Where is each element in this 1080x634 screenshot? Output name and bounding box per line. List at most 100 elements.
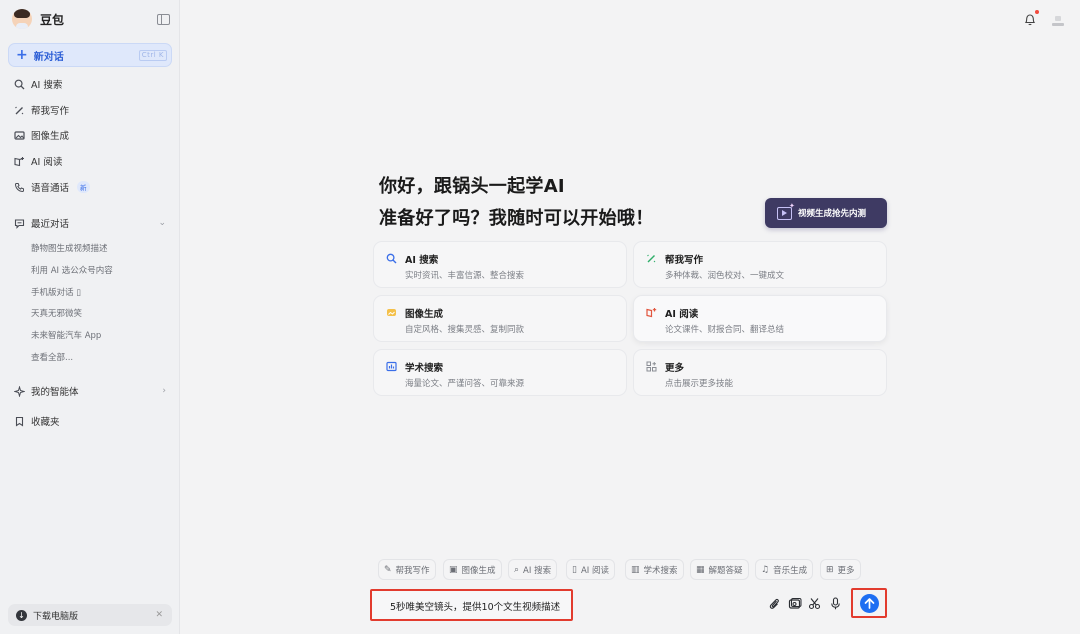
chip-label: 学术搜索	[643, 565, 678, 576]
book-icon	[14, 156, 25, 167]
shortcut-hint: Ctrl K	[138, 50, 167, 61]
chip-label: 音乐生成	[773, 565, 808, 576]
card-desc: 实时资讯、丰富信源、整合搜索	[405, 271, 525, 281]
book-icon: ▯	[572, 564, 577, 575]
chip-label: 解题答疑	[708, 565, 743, 576]
new-chat-button[interactable]: + 新对话 Ctrl K	[8, 43, 172, 67]
recent-chats-header[interactable]: 最近对话 ⌄	[14, 215, 166, 231]
recent-chat-item[interactable]: 利用 AI 选公众号内容	[31, 264, 113, 276]
book-icon	[646, 307, 657, 318]
sidebar-item-ai-reading[interactable]: AI 阅读	[14, 153, 62, 169]
sparkle-icon: ✦	[789, 202, 795, 210]
chevron-right-icon: ›	[162, 386, 166, 396]
chip-label: AI 阅读	[580, 565, 609, 576]
recent-chat-item[interactable]: 静物图生成视频描述	[31, 242, 108, 254]
card-desc: 多种体裁、润色校对、一键成文	[665, 271, 785, 281]
promo-label: 视频生成抢先内测	[798, 209, 867, 219]
image-icon: ▣	[449, 564, 458, 575]
card-title: 图像生成	[405, 309, 444, 320]
chip-ai-search[interactable]: ⌕ AI 搜索	[508, 559, 558, 580]
chip-label: 更多	[837, 565, 855, 576]
sidebar-item-writing[interactable]: 帮我写作	[14, 102, 69, 118]
bell-icon[interactable]	[1024, 10, 1039, 26]
chart-book-icon	[386, 361, 397, 372]
skill-card-more[interactable]: 更多 点击展示更多技能	[633, 349, 887, 396]
sidebar-item-ai-search[interactable]: AI 搜索	[14, 76, 62, 92]
pen-icon	[646, 253, 657, 264]
sparkle-icon	[13, 384, 26, 398]
card-desc: 海量论文、严谨问答、可靠来源	[405, 379, 525, 389]
bookmark-icon	[14, 416, 25, 427]
skill-card-academic-search[interactable]: 学术搜索 海量论文、严谨问答、可靠来源	[373, 349, 627, 396]
new-chat-label: 新对话	[33, 51, 64, 63]
pen-icon: ✎	[384, 564, 392, 575]
my-agents[interactable]: 我的智能体 ›	[13, 383, 166, 399]
chart-book-icon: ▥	[631, 564, 640, 575]
skill-card-ai-reading[interactable]: AI 阅读 论文课件、财报合同、翻译总结	[633, 295, 887, 342]
chip-label: 图像生成	[461, 565, 496, 576]
microphone-icon[interactable]	[829, 597, 842, 610]
recent-chat-item[interactable]: 天真无邪微笑	[31, 307, 82, 319]
card-title: AI 搜索	[405, 255, 439, 266]
download-desktop-button[interactable]: ↓ 下载电脑版 ✕	[8, 604, 172, 626]
download-label: 下载电脑版	[33, 611, 79, 622]
chip-more[interactable]: ⊞ 更多	[820, 559, 861, 580]
sidebar-item-label: 语音通话	[31, 183, 70, 194]
skill-card-writing[interactable]: 帮我写作 多种体裁、润色校对、一键成文	[633, 241, 887, 288]
search-icon: ⌕	[514, 564, 520, 575]
pen-icon	[14, 105, 25, 116]
favorites[interactable]: 收藏夹	[14, 413, 60, 429]
sidebar-item-voice-call[interactable]: 语音通话 新	[14, 179, 90, 195]
image-icon	[386, 307, 397, 318]
card-desc: 论文课件、财报合同、翻译总结	[665, 325, 785, 335]
chip-image-gen[interactable]: ▣ 图像生成	[443, 559, 502, 580]
search-sparkle-icon	[14, 79, 25, 90]
sidebar-collapse-icon[interactable]	[157, 14, 170, 25]
scissors-icon[interactable]	[808, 597, 821, 610]
music-icon: ♫	[761, 564, 770, 575]
send-button[interactable]	[860, 594, 879, 613]
skill-card-image-gen[interactable]: 图像生成 自定风格、搜集灵感、复制同款	[373, 295, 627, 342]
chip-writing[interactable]: ✎ 帮我写作	[378, 559, 436, 580]
chip-problem-solving[interactable]: ▦ 解题答疑	[690, 559, 749, 580]
calculator-icon: ▦	[696, 564, 705, 575]
phone-icon	[14, 182, 25, 193]
image-upload-icon[interactable]	[788, 597, 802, 610]
chevron-down-icon[interactable]: ⌄	[158, 218, 166, 228]
doubao-avatar	[12, 9, 32, 29]
new-badge: 新	[77, 181, 90, 193]
grid-plus-icon	[646, 361, 657, 372]
chat-bubble-icon	[14, 218, 25, 229]
chip-label: 帮我写作	[395, 565, 430, 576]
notification-dot	[1035, 10, 1039, 14]
grid-plus-icon: ⊞	[826, 564, 834, 575]
close-icon[interactable]: ✕	[155, 610, 163, 620]
chip-ai-reading[interactable]: ▯ AI 阅读	[566, 559, 615, 580]
sidebar-item-image-gen[interactable]: 图像生成	[14, 127, 69, 143]
recent-chat-item[interactable]: 手机版对话 ▯	[31, 286, 81, 298]
recent-chat-item[interactable]: 未来智能汽车 App	[31, 329, 101, 341]
chip-academic-search[interactable]: ▥ 学术搜索	[625, 559, 684, 580]
sidebar-item-label: 帮我写作	[31, 106, 70, 117]
view-all-link[interactable]: 查看全部...	[31, 351, 73, 363]
greeting-line-1: 你好，跟锅头一起学AI	[379, 176, 565, 197]
search-icon	[386, 253, 397, 264]
message-input[interactable]: 5秒唯美空镜头，提供10个文生视频描述	[370, 589, 573, 621]
chip-music-gen[interactable]: ♫ 音乐生成	[755, 559, 814, 580]
recent-chats-title: 最近对话	[31, 219, 70, 230]
brand[interactable]: 豆包	[12, 9, 64, 29]
video-gen-promo-button[interactable]: ✦ 视频生成抢先内测	[765, 198, 887, 228]
message-input-text: 5秒唯美空镜头，提供10个文生视频描述	[390, 602, 561, 613]
sidebar-item-label: AI 搜索	[31, 80, 63, 91]
app-name: 豆包	[40, 12, 65, 27]
skill-card-ai-search[interactable]: AI 搜索 实时资讯、丰富信源、整合搜索	[373, 241, 627, 288]
download-icon: ↓	[16, 609, 27, 621]
card-title: 更多	[665, 363, 685, 374]
attachment-icon[interactable]	[767, 597, 780, 610]
sidebar: 豆包 + 新对话 Ctrl K AI 搜索 帮我写作 图像生成 AI 阅读 语音…	[0, 0, 180, 634]
user-avatar[interactable]	[1050, 12, 1066, 26]
card-title: 帮我写作	[665, 255, 704, 266]
sidebar-item-label: 图像生成	[31, 131, 70, 142]
favorites-label: 收藏夹	[31, 417, 60, 428]
card-title: AI 阅读	[665, 309, 699, 320]
